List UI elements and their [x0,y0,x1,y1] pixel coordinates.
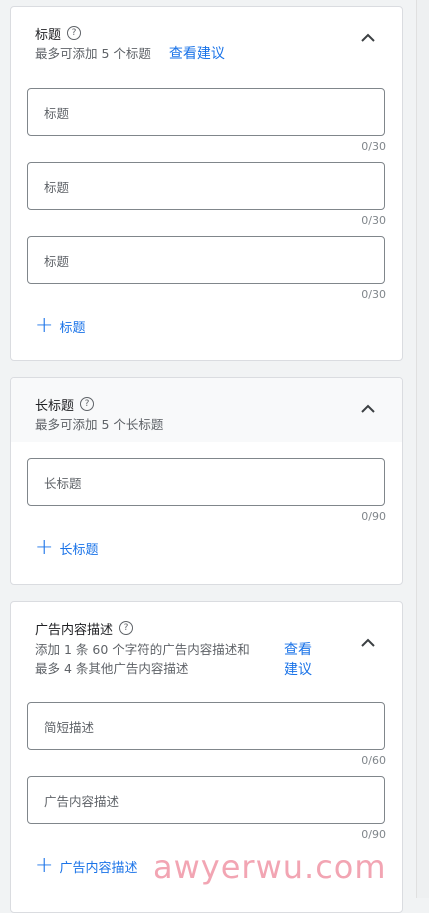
descriptions-title: 广告内容描述 [35,622,114,638]
headline-input-3[interactable]: 标题 [27,236,385,284]
description-1-counter: 0/90 [361,828,386,841]
headlines-header[interactable]: 标题 ? 最多可添加 5 个标题 查看建议 [11,7,402,74]
add-headline-label: 标题 [59,320,86,336]
view-suggestions-link-line1[interactable]: 查看 [284,640,312,660]
headline-3-counter: 0/30 [361,288,386,301]
description-input-1[interactable]: 广告内容描述 [27,776,385,824]
long-headline-input-1[interactable]: 长标题 [27,458,385,506]
headline-input-2[interactable]: 标题 [27,162,385,210]
help-icon[interactable]: ? [119,621,134,635]
headlines-title: 标题 [35,27,62,43]
plus-icon: + [35,313,54,338]
plus-icon: + [35,535,54,560]
watermark: awyerwu.com [153,848,387,886]
add-description-label: 广告内容描述 [59,860,138,876]
scrollbar-rail[interactable] [416,0,429,898]
help-icon[interactable]: ? [67,26,82,40]
headline-1-counter: 0/30 [361,140,386,153]
headline-2-counter: 0/30 [361,214,386,227]
descriptions-header[interactable]: 广告内容描述 ? 添加 1 条 60 个字符的广告内容描述和 最多 4 条其他广… [11,602,402,688]
long-headlines-subtitle: 最多可添加 5 个长标题 [35,417,164,432]
descriptions-subtitle-line2: 最多 4 条其他广告内容描述 [35,661,189,676]
long-headlines-card: 长标题 ? 最多可添加 5 个长标题 长标题 0/90 + 长标题 [10,377,403,585]
descriptions-subtitle-line1: 添加 1 条 60 个字符的广告内容描述和 [35,642,250,657]
add-long-headline-label: 长标题 [59,542,99,558]
help-icon[interactable]: ? [80,397,95,411]
headlines-card: 标题 ? 最多可添加 5 个标题 查看建议 标题 0/30 标题 0/30 标题… [10,6,403,361]
short-description-counter: 0/60 [361,754,386,767]
short-description-input[interactable]: 简短描述 [27,702,385,750]
add-long-headline-button[interactable]: + 长标题 [35,535,402,560]
chevron-up-icon[interactable] [360,404,376,414]
headline-input-1[interactable]: 标题 [27,88,385,136]
chevron-up-icon[interactable] [360,638,376,648]
add-headline-button[interactable]: + 标题 [35,313,402,338]
long-headlines-title: 长标题 [35,398,75,414]
long-headlines-header[interactable]: 长标题 ? 最多可添加 5 个长标题 [11,378,402,442]
long-headline-1-counter: 0/90 [361,510,386,523]
headlines-subtitle: 最多可添加 5 个标题 [35,46,151,61]
view-suggestions-link-line2[interactable]: 建议 [284,660,312,680]
chevron-up-icon[interactable] [360,33,376,43]
plus-icon: + [35,853,54,878]
view-suggestions-link[interactable]: 查看建议 [169,46,225,62]
